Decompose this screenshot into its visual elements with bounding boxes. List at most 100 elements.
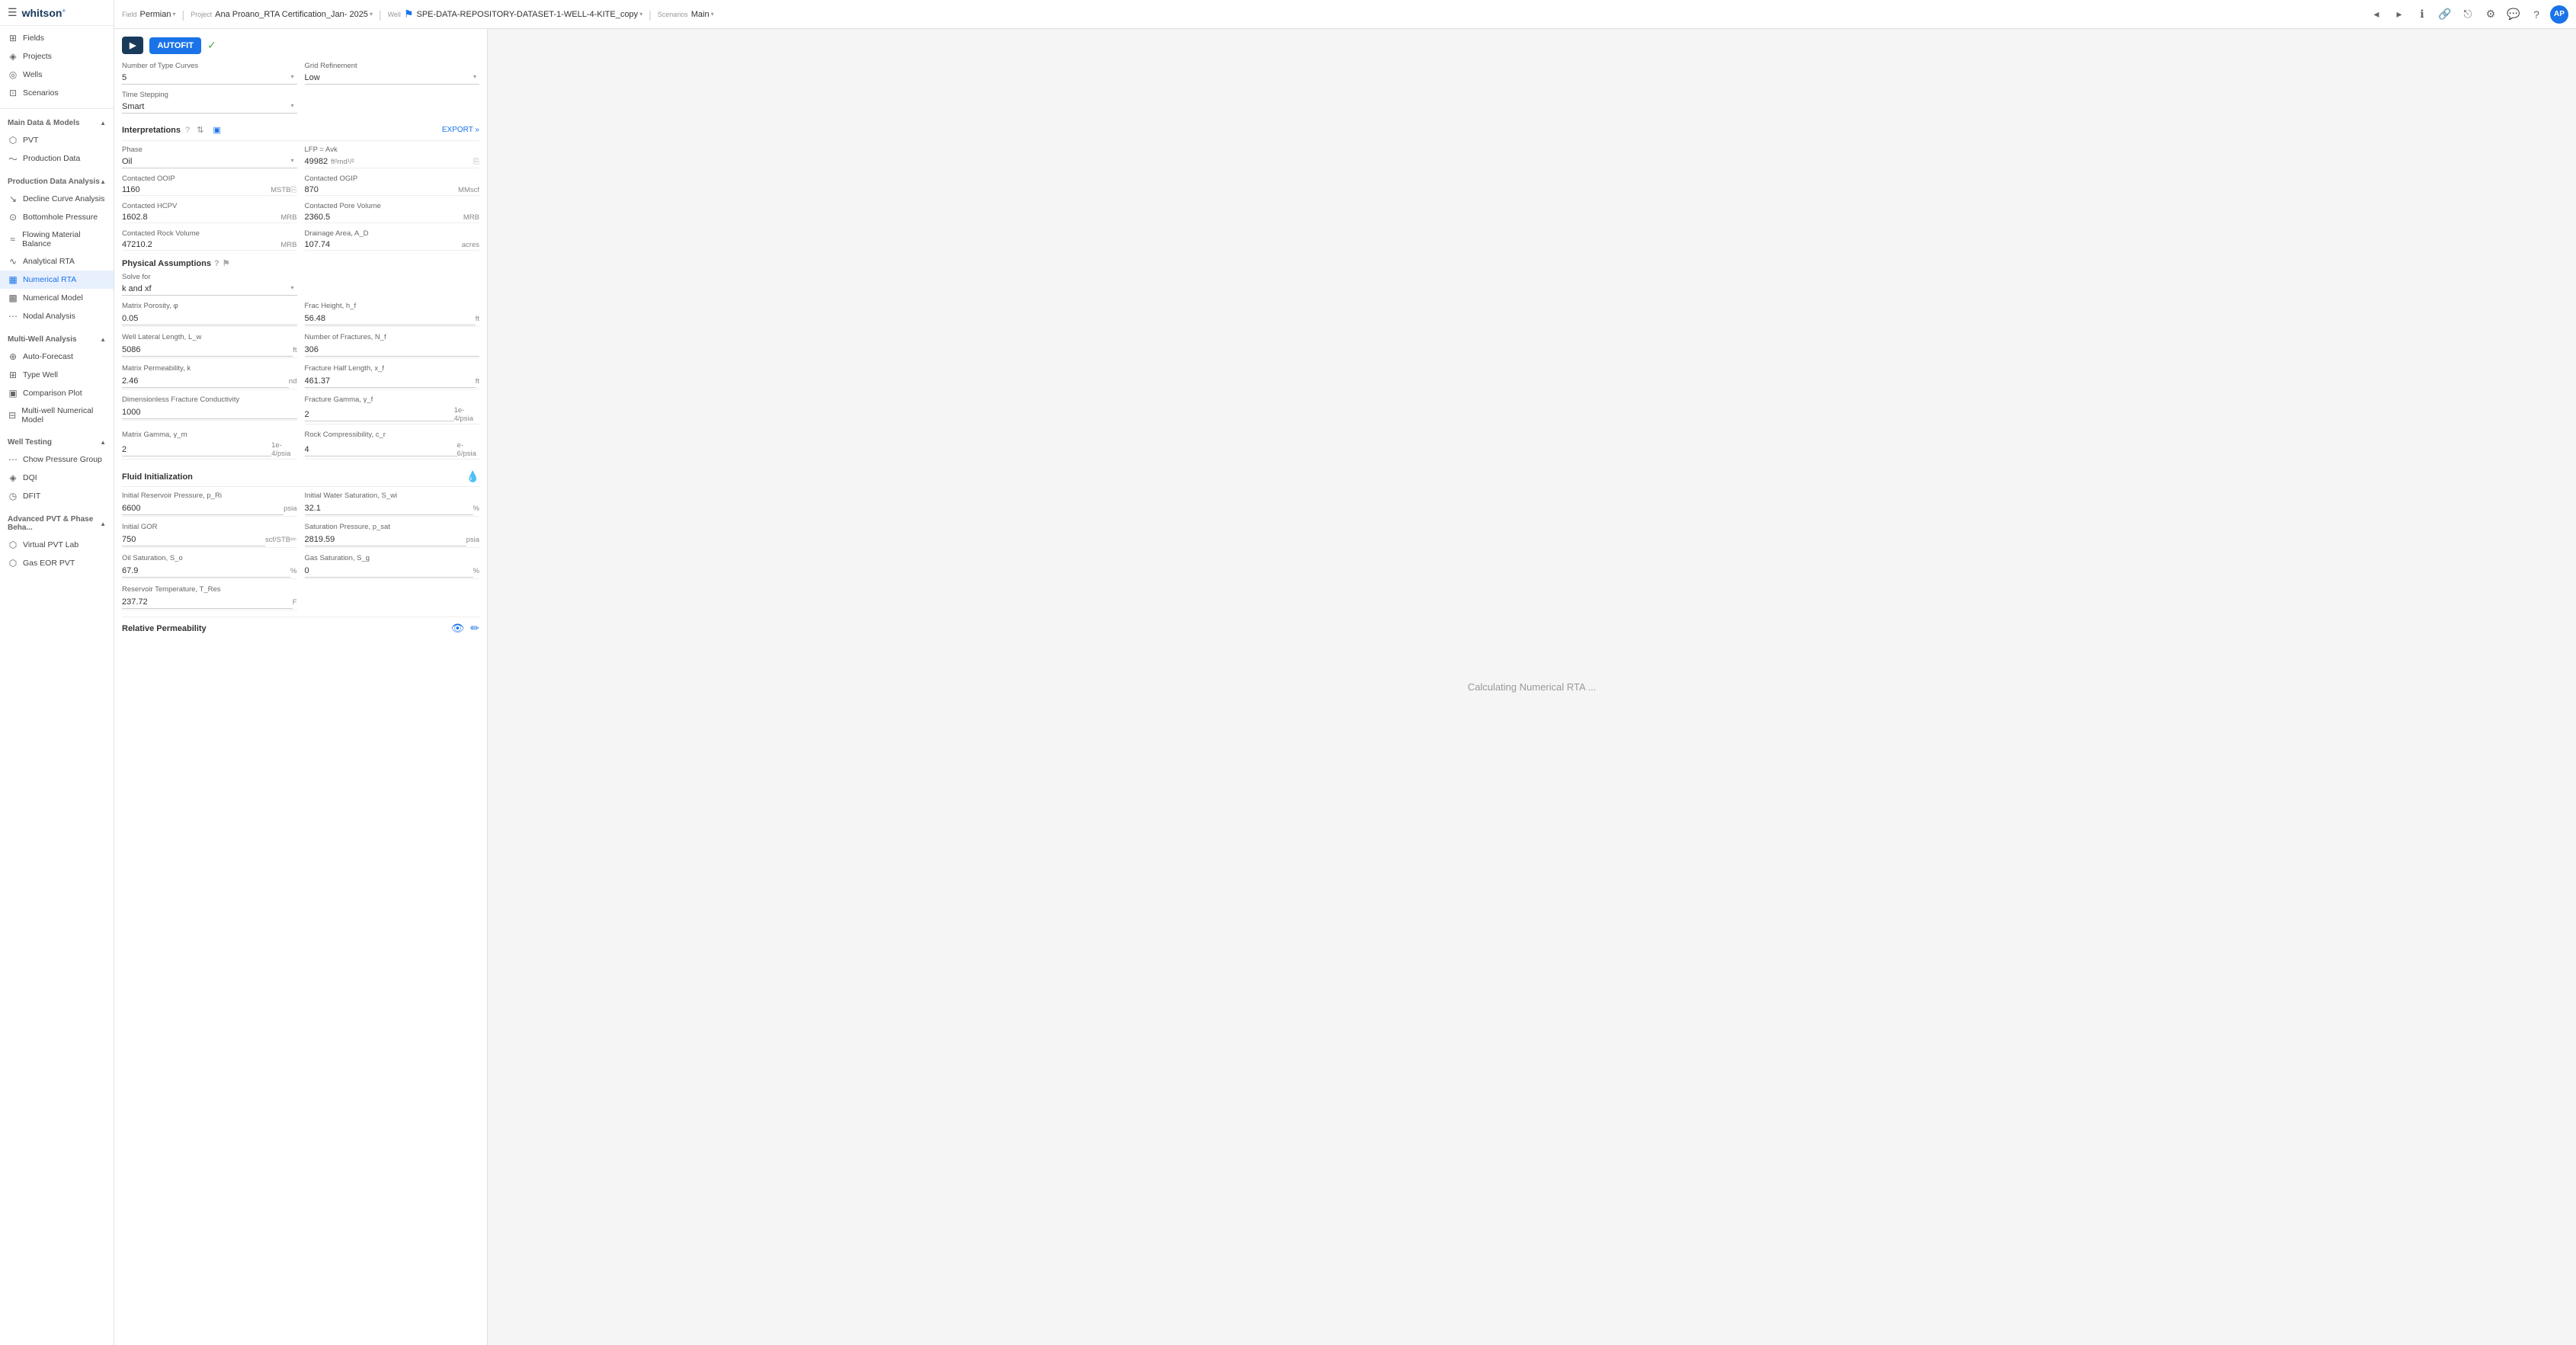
reservoir-temperature-value-row: F	[122, 595, 297, 610]
sidebar-item-wells[interactable]: ◎ Wells	[0, 66, 114, 84]
sidebar-item-dqi[interactable]: ◈ DQI	[0, 469, 114, 487]
fracture-gamma-input[interactable]	[305, 408, 454, 421]
dimensionless-fracture-conductivity-input[interactable]	[122, 406, 297, 419]
chat-icon-button[interactable]: 💬	[2504, 5, 2523, 24]
sidebar-item-auto-forecast[interactable]: ⊕ Auto-Forecast	[0, 347, 114, 366]
sidebar-item-pvt[interactable]: ⬡ PVT	[0, 131, 114, 149]
sidebar-item-nodal-analysis[interactable]: ⋯ Nodal Analysis	[0, 307, 114, 325]
sidebar-item-dfit[interactable]: ◷ DFIT	[0, 487, 114, 505]
user-avatar[interactable]: AP	[2550, 5, 2568, 24]
link-icon-button[interactable]: 🔗	[2436, 5, 2454, 24]
initial-reservoir-pressure-input[interactable]	[122, 502, 284, 515]
matrix-porosity-group: Matrix Porosity, φ	[122, 302, 297, 327]
sidebar-item-flowing-material-balance[interactable]: ≈ Flowing Material Balance	[0, 226, 114, 252]
oil-saturation-label: Oil Saturation, S_o	[122, 554, 297, 562]
fracture-half-length-input[interactable]	[305, 375, 476, 388]
phase-select[interactable]: Oil Gas	[122, 155, 297, 168]
export-button[interactable]: EXPORT »	[442, 126, 479, 134]
topbar-field-value: Permian	[140, 10, 171, 19]
physical-assumptions-info-icon[interactable]: ?	[214, 259, 219, 268]
nodal-analysis-icon: ⋯	[8, 311, 18, 322]
sidebar-item-fields[interactable]: ⊞ Fields	[0, 29, 114, 47]
topbar-well-group: Well ⚑ SPE-DATA-REPOSITORY-DATASET-1-WEL…	[388, 8, 642, 21]
number-of-type-curves-select[interactable]: 5 3 7	[122, 72, 297, 85]
sidebar-item-label-chow-pressure: Chow Pressure Group	[23, 455, 102, 464]
matrix-gamma-input[interactable]	[122, 444, 271, 456]
oil-saturation-value-row: %	[122, 564, 297, 579]
sidebar-item-type-well[interactable]: ⊞ Type Well	[0, 366, 114, 384]
run-button[interactable]: ▶	[122, 37, 143, 54]
sidebar-section-header-well-testing[interactable]: Well Testing ▲	[0, 434, 114, 450]
grid-refinement-select[interactable]: Low Medium High	[305, 72, 480, 85]
frac-height-input[interactable]	[305, 312, 476, 325]
physical-assumptions-filter-icon[interactable]: ⚑	[223, 258, 230, 268]
topbar-project-select[interactable]: Ana Proano_RTA Certification_Jan- 2025 ▾	[215, 10, 373, 19]
initial-water-saturation-input[interactable]	[305, 502, 473, 515]
well-lateral-length-input[interactable]	[122, 344, 293, 357]
water-drop-icon[interactable]: 💧	[466, 470, 479, 483]
sidebar-item-projects[interactable]: ◈ Projects	[0, 47, 114, 66]
relative-permeability-eye-button[interactable]: 👁	[450, 622, 464, 635]
reservoir-temperature-input[interactable]	[122, 596, 293, 609]
type-well-icon: ⊞	[8, 370, 18, 380]
time-stepping-select[interactable]: Smart Manual	[122, 101, 297, 114]
sidebar-item-scenarios[interactable]: ⊡ Scenarios	[0, 84, 114, 102]
number-of-fractures-input[interactable]	[305, 344, 480, 357]
matrix-permeability-input[interactable]	[122, 375, 289, 388]
interpretations-info-icon[interactable]: ?	[185, 126, 190, 135]
sidebar-section-header-advanced-pvt[interactable]: Advanced PVT & Phase Beha... ▲	[0, 511, 114, 536]
contacted-ooip-edit-icon[interactable]: ⎘	[291, 186, 297, 194]
sidebar-section-header-multi-well[interactable]: Multi-Well Analysis ▲	[0, 331, 114, 347]
phase-label: Phase	[122, 146, 297, 154]
topbar-field-label: Field	[122, 11, 137, 18]
info-icon-button[interactable]: ℹ	[2413, 5, 2431, 24]
lfp-copy-button[interactable]: ⎘	[473, 158, 479, 166]
sidebar-main-data-section: Main Data & Models ▲ ⬡ PVT 〜 Production …	[0, 112, 114, 171]
sidebar-item-chow-pressure[interactable]: ⋯ Chow Pressure Group	[0, 450, 114, 469]
autofit-button[interactable]: AUTOFIT	[149, 37, 200, 54]
sidebar-item-numerical-rta[interactable]: ▦ Numerical RTA	[0, 271, 114, 289]
oil-saturation-input[interactable]	[122, 565, 290, 578]
sidebar-item-numerical-model[interactable]: ▩ Numerical Model	[0, 289, 114, 307]
gas-saturation-input[interactable]	[305, 565, 473, 578]
sidebar-item-virtual-pvt-lab[interactable]: ⬡ Virtual PVT Lab	[0, 536, 114, 554]
topbar-scenarios-select[interactable]: Main ▾	[691, 10, 714, 19]
contacted-rock-volume-value-row: 47210.2 MRB	[122, 239, 297, 251]
sidebar-item-multi-well-numerical[interactable]: ⊟ Multi-well Numerical Model	[0, 402, 114, 428]
fluid-initialization-title: Fluid Initialization	[122, 472, 193, 482]
contacted-ooip-unit: MSTB	[271, 186, 290, 194]
saturation-pressure-input[interactable]	[305, 533, 466, 546]
topbar-well-select[interactable]: SPE-DATA-REPOSITORY-DATASET-1-WELL-4-KIT…	[417, 10, 643, 19]
initial-gor-input[interactable]	[122, 533, 265, 546]
sidebar-item-gas-eor-pvt[interactable]: ⬡ Gas EOR PVT	[0, 554, 114, 572]
share-icon-button[interactable]: ⎋	[2459, 5, 2477, 24]
relative-permeability-edit-button[interactable]: ✏	[470, 622, 479, 635]
sidebar-item-comparison-plot[interactable]: ▣ Comparison Plot	[0, 384, 114, 402]
matrix-porosity-input[interactable]	[122, 312, 297, 325]
topbar-field-select[interactable]: Permian ▾	[140, 10, 176, 19]
rock-compressibility-input[interactable]	[305, 444, 457, 456]
matrix-gamma-unit: 1e-4/psia	[271, 441, 296, 458]
conductivity-gamma-row: Dimensionless Fracture Conductivity Frac…	[122, 395, 479, 424]
sidebar-section-header-main-data[interactable]: Main Data & Models ▲	[0, 115, 114, 131]
sidebar-item-production-data[interactable]: 〜 Production Data	[0, 149, 114, 168]
topbar-scenarios-group: Scenarios Main ▾	[658, 10, 714, 19]
solve-for-select[interactable]: k and xf k xf	[122, 283, 297, 296]
well-filter-icon[interactable]: ⚑	[404, 8, 414, 21]
nav-back-button[interactable]: ◂	[2367, 5, 2385, 24]
hamburger-icon[interactable]: ☰	[8, 6, 18, 19]
initial-gor-edit-icon[interactable]: ✏	[290, 536, 296, 544]
interpretations-comment-icon[interactable]: ▣	[210, 124, 223, 136]
nav-forward-button[interactable]: ▸	[2390, 5, 2408, 24]
sidebar-item-analytical-rta[interactable]: ∿ Analytical RTA	[0, 252, 114, 271]
divider-1	[0, 108, 114, 109]
sidebar-section-header-pda[interactable]: Production Data Analysis ▲	[0, 174, 114, 190]
interpretations-settings-icon[interactable]: ⇅	[194, 124, 206, 136]
sidebar-item-bottomhole-pressure[interactable]: ⊙ Bottomhole Pressure	[0, 208, 114, 226]
chevron-up-icon-pda: ▲	[100, 178, 106, 185]
phase-select-wrap: Oil Gas	[122, 155, 297, 168]
help-icon-button[interactable]: ?	[2527, 5, 2546, 24]
filter-icon-button[interactable]: ⚙	[2481, 5, 2500, 24]
sidebar-item-decline-curve[interactable]: ↘ Decline Curve Analysis	[0, 190, 114, 208]
left-panel: ▶ AUTOFIT ✓ Number of Type Curves 5 3 7	[114, 29, 488, 1345]
